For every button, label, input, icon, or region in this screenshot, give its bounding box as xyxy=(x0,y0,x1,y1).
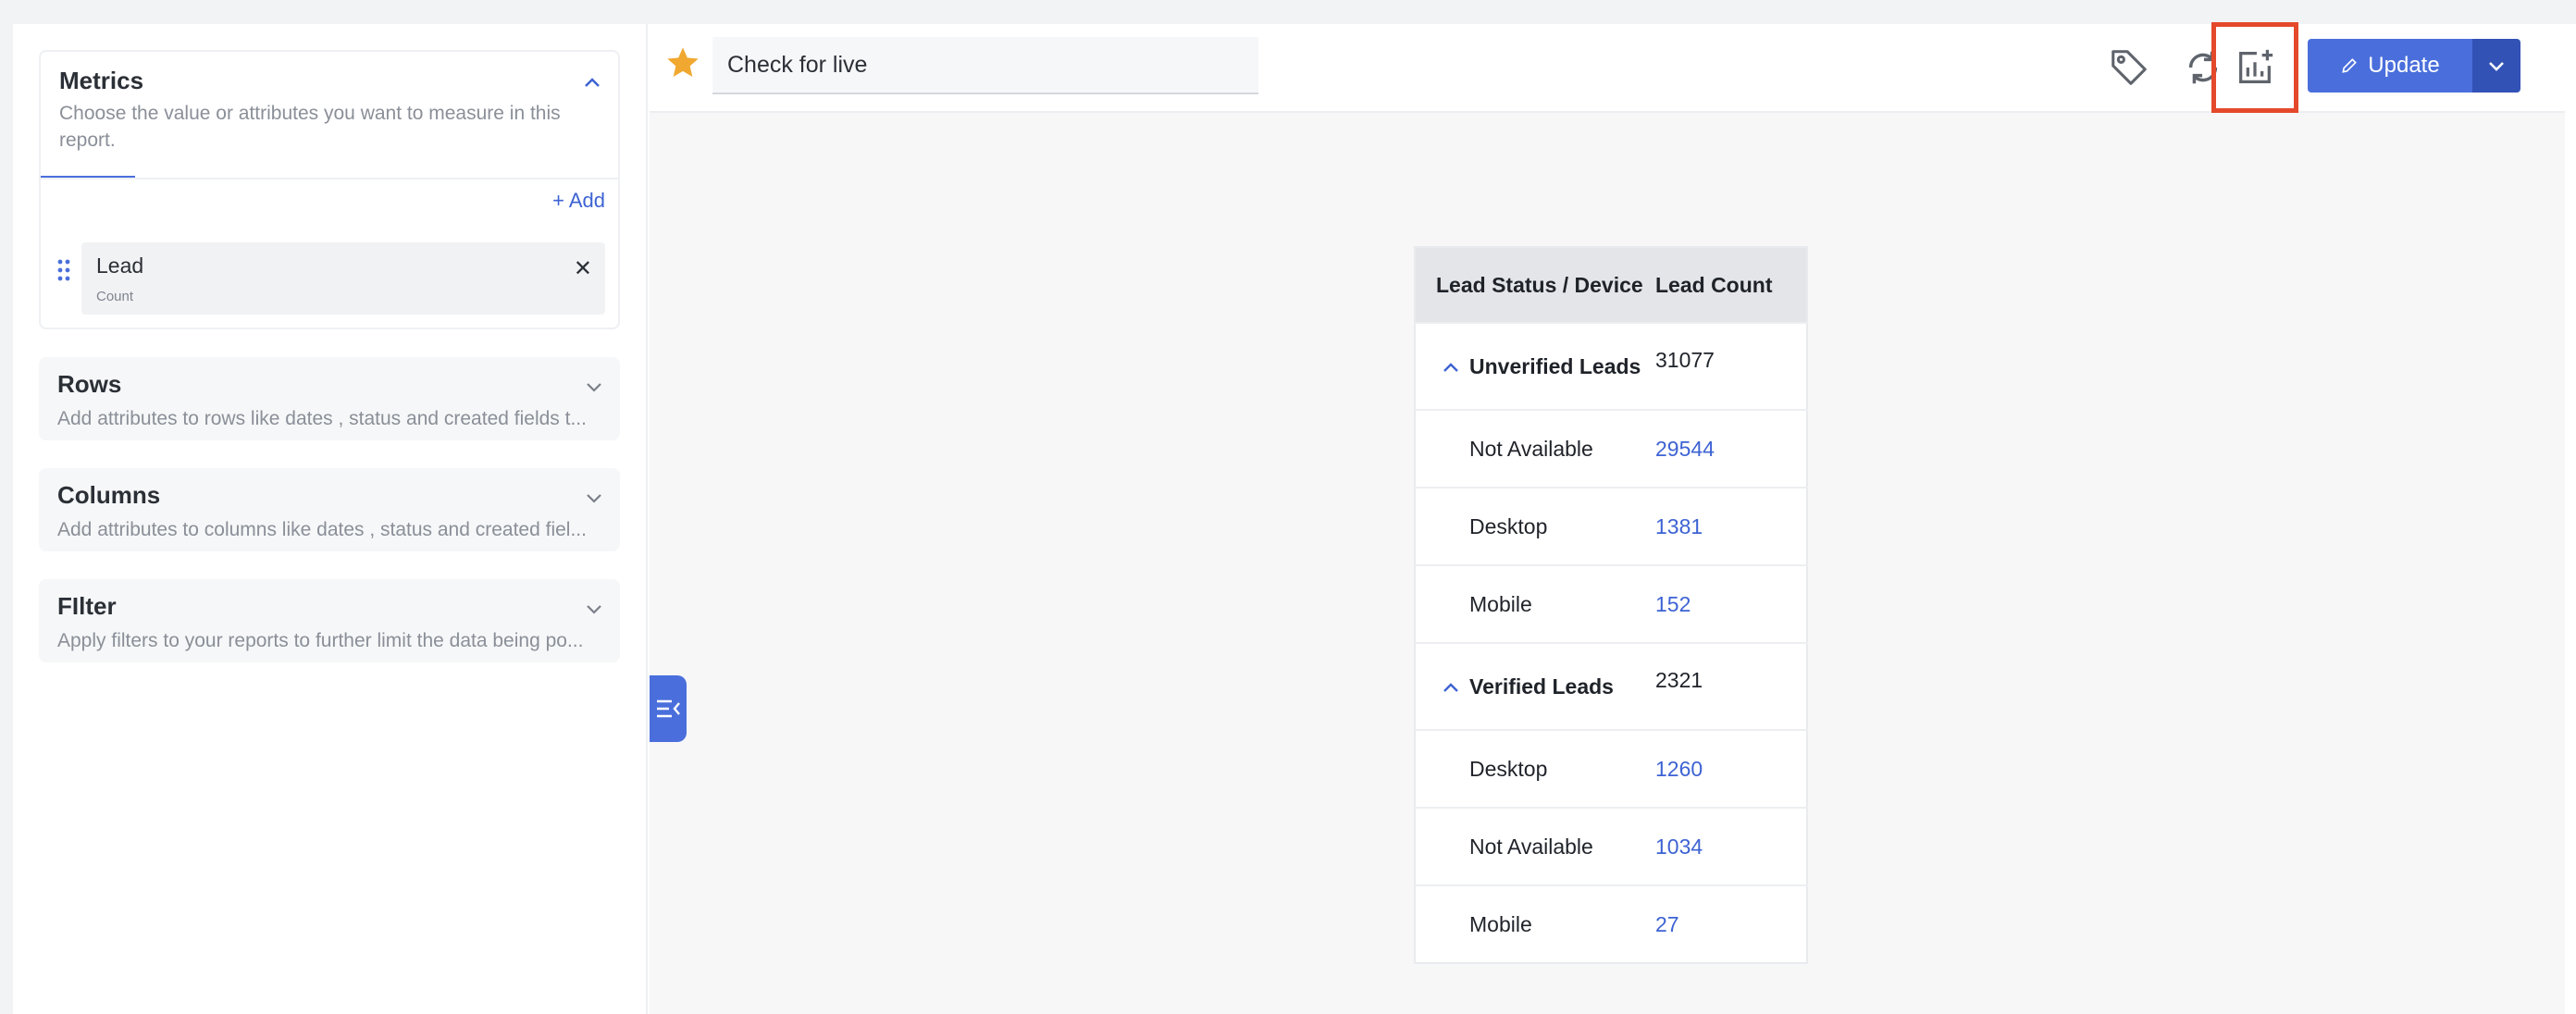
columns-title: Columns xyxy=(57,481,161,509)
group-label: Unverified Leads xyxy=(1469,353,1641,378)
column-header[interactable]: Lead Status / Device xyxy=(1415,247,1655,323)
row-label: Mobile xyxy=(1415,564,1655,643)
table-row: Mobile 152 xyxy=(1415,564,1807,643)
group-row[interactable]: Verified Leads 2321 xyxy=(1415,642,1807,730)
update-dropdown-button[interactable] xyxy=(2472,39,2520,93)
filter-title: FIlter xyxy=(57,592,117,620)
group-total: 31077 xyxy=(1655,322,1807,410)
highlight-box xyxy=(2211,22,2298,113)
filter-panel[interactable]: FIlter Apply filters to your reports to … xyxy=(39,579,620,662)
rows-panel[interactable]: Rows Add attributes to rows like dates ,… xyxy=(39,357,620,440)
chevron-up-icon[interactable] xyxy=(581,72,603,94)
table-row: Mobile 27 xyxy=(1415,884,1807,963)
rows-description: Add attributes to rows like dates , stat… xyxy=(57,408,587,429)
columns-description: Add attributes to columns like dates , s… xyxy=(57,519,587,540)
row-value-link[interactable]: 1034 xyxy=(1655,807,1807,885)
row-label: Not Available xyxy=(1415,409,1655,488)
columns-panel[interactable]: Columns Add attributes to columns like d… xyxy=(39,468,620,551)
metric-item[interactable]: Lead Count ✕ xyxy=(81,242,605,315)
row-value-link[interactable]: 27 xyxy=(1655,884,1807,963)
chevron-up-icon[interactable] xyxy=(1442,681,1460,694)
chevron-down-icon[interactable] xyxy=(583,487,605,509)
table-row: Desktop 1260 xyxy=(1415,729,1807,808)
column-header[interactable]: Lead Count xyxy=(1655,247,1807,323)
row-value-link[interactable]: 1260 xyxy=(1655,729,1807,808)
row-label: Mobile xyxy=(1415,884,1655,963)
metrics-title: Metrics xyxy=(59,67,144,94)
chevron-down-icon[interactable] xyxy=(583,376,605,398)
star-icon[interactable] xyxy=(664,44,701,81)
row-value-link[interactable]: 1381 xyxy=(1655,487,1807,565)
filter-description: Apply filters to your reports to further… xyxy=(57,630,584,651)
group-total: 2321 xyxy=(1655,642,1807,730)
group-row[interactable]: Unverified Leads 31077 xyxy=(1415,322,1807,410)
pencil-icon xyxy=(2342,58,2358,73)
row-label: Desktop xyxy=(1415,487,1655,565)
table-row: Desktop 1381 xyxy=(1415,487,1807,565)
metric-aggregation: Count xyxy=(96,289,134,304)
table-row: Not Available 29544 xyxy=(1415,409,1807,488)
close-icon[interactable]: ✕ xyxy=(574,255,592,282)
report-builder: Metrics Choose the value or attributes y… xyxy=(13,22,2576,1014)
divider xyxy=(41,178,618,179)
update-button[interactable]: Update xyxy=(2308,39,2472,93)
add-metric-button[interactable]: + Add xyxy=(552,189,605,213)
update-label: Update xyxy=(2368,53,2440,78)
tag-icon[interactable] xyxy=(2108,46,2150,89)
report-name-input[interactable] xyxy=(712,37,1258,94)
drag-handle-icon[interactable] xyxy=(57,259,70,281)
rows-title: Rows xyxy=(57,370,122,398)
table-row: Not Available 1034 xyxy=(1415,807,1807,885)
chevron-down-icon xyxy=(2489,62,2504,71)
metrics-panel: Metrics Choose the value or attributes y… xyxy=(39,50,620,329)
chevron-down-icon[interactable] xyxy=(583,598,605,620)
collapse-sidebar-button[interactable] xyxy=(650,675,687,742)
metrics-panel-header[interactable]: Metrics Choose the value or attributes y… xyxy=(41,52,618,178)
metrics-description: Choose the value or attributes you want … xyxy=(59,103,561,151)
row-label: Desktop xyxy=(1415,729,1655,808)
table-header-row: Lead Status / Device Lead Count xyxy=(1415,247,1807,323)
sidebar: Metrics Choose the value or attributes y… xyxy=(13,24,648,1014)
report-canvas: Update Lead Status / Device Lead Count xyxy=(650,22,2565,1014)
group-label: Verified Leads xyxy=(1469,674,1614,699)
chevron-up-icon[interactable] xyxy=(1442,361,1460,374)
group-cell: Verified Leads xyxy=(1415,642,1655,730)
report-table: Lead Status / Device Lead Count Unverifi… xyxy=(1414,246,1808,964)
row-value-link[interactable]: 152 xyxy=(1655,564,1807,643)
metric-name: Lead xyxy=(96,254,144,278)
toolbar: Update xyxy=(650,22,2565,113)
row-label: Not Available xyxy=(1415,807,1655,885)
row-value-link[interactable]: 29544 xyxy=(1655,409,1807,488)
collapse-icon xyxy=(657,699,680,718)
group-cell: Unverified Leads xyxy=(1415,322,1655,410)
